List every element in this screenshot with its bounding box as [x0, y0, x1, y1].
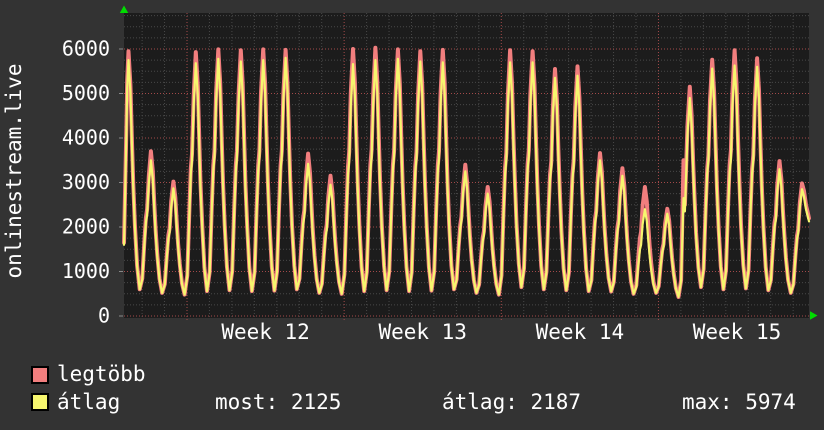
legend-swatch-atlag [31, 393, 49, 411]
stat-max: max: 5974 [682, 390, 796, 414]
y-tick-label: 3000 [62, 170, 110, 194]
x-tick-label: Week 13 [378, 320, 467, 344]
chart-svg: 0100020003000400050006000Week 12 Week 13 W… [62, 5, 818, 344]
y-tick-label: 0 [98, 304, 110, 328]
y-tick-label: 2000 [62, 215, 110, 239]
stat-most: most: 2125 [215, 390, 342, 414]
y-tick-labels: 0 1000 2000 3000 4000 5000 6000 [62, 37, 110, 328]
x-tick-label: Week 12 [221, 320, 310, 344]
x-tick-labels: Week 12 Week 13 Week 14 Week 15 [221, 320, 781, 344]
y-tick-label: 6000 [62, 37, 110, 61]
legend-label-atlag: átlag [57, 390, 121, 414]
rrd-graph-panel: onlinestream.live 0 1000 2000 3000 4000 5000 6… [0, 0, 824, 430]
y-axis-arrow-icon [119, 5, 129, 13]
legend-swatch-legtobb [31, 366, 49, 384]
y-tick-label: 1000 [62, 259, 110, 283]
stat-atlag: átlag: 2187 [442, 390, 582, 414]
legend-label-legtobb: legtöbb [57, 362, 146, 386]
x-axis-arrow-icon [810, 311, 818, 320]
x-tick-label: Week 15 [693, 320, 782, 344]
y-tick-label: 4000 [62, 126, 110, 150]
y-tick-label: 5000 [62, 81, 110, 105]
x-tick-label: Week 14 [536, 320, 625, 344]
